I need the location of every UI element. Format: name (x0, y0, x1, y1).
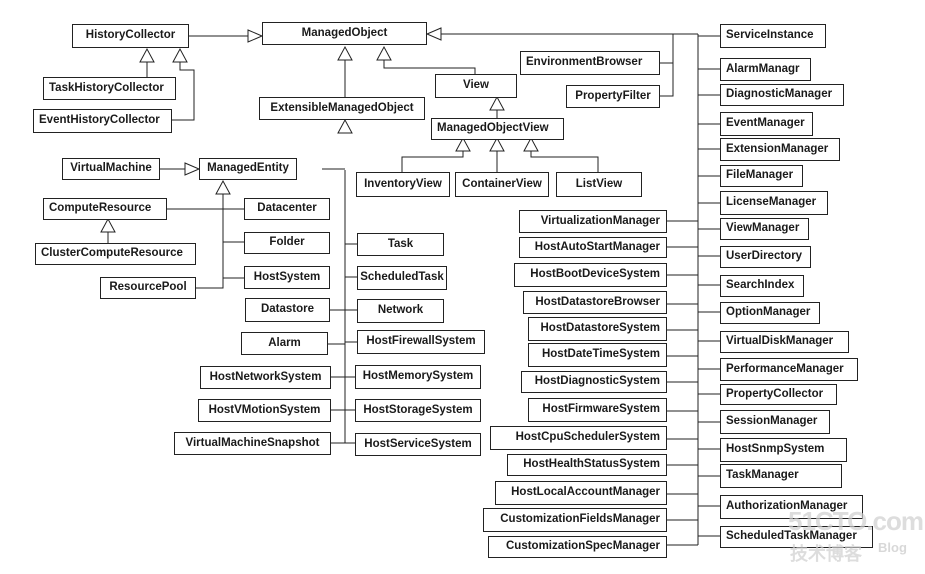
class-network: Network (357, 299, 444, 323)
arrowhead (139, 47, 155, 63)
class-file-manager: FileManager (720, 165, 803, 187)
class-user-directory: UserDirectory (720, 246, 811, 268)
class-alarm-managr: AlarmManagr (720, 58, 811, 81)
class-cluster-compute-resource: ClusterComputeResource (35, 243, 196, 265)
class-property-collector: PropertyCollector (720, 384, 837, 405)
class-customization-fields-manager: CustomizationFieldsManager (483, 508, 667, 532)
class-host-vmotion-system: HostVMotionSystem (198, 399, 331, 422)
class-host-health-status-system: HostHealthStatusSystem (507, 454, 667, 476)
class-host-service-system: HostServiceSystem (355, 433, 481, 456)
class-host-snmp-system: HostSnmpSystem (720, 438, 847, 462)
class-extensible-managed-object: ExtensibleManagedObject (259, 97, 425, 120)
class-license-manager: LicenseManager (720, 191, 828, 215)
class-host-boot-device-system: HostBootDeviceSystem (514, 263, 667, 287)
class-host-local-account-manager: HostLocalAccountManager (495, 481, 667, 505)
class-host-auto-start-manager: HostAutoStartManager (519, 237, 667, 258)
class-host-datastore-system: HostDatastoreSystem (528, 317, 667, 341)
class-folder: Folder (244, 232, 330, 254)
class-managed-object: ManagedObject (262, 22, 427, 45)
class-alarm: Alarm (241, 332, 328, 355)
watermark-subtitle: 技术博客 (790, 544, 862, 564)
class-property-filter: PropertyFilter (566, 85, 660, 108)
class-datacenter: Datacenter (244, 198, 330, 220)
class-view: View (435, 74, 517, 98)
class-scheduled-task: ScheduledTask (357, 266, 447, 290)
arrowhead (215, 179, 231, 195)
class-task: Task (357, 233, 444, 256)
class-host-system: HostSystem (244, 266, 330, 289)
class-virtual-machine-snapshot: VirtualMachineSnapshot (174, 432, 331, 455)
class-inventory-view: InventoryView (356, 172, 450, 197)
class-virtual-disk-manager: VirtualDiskManager (720, 331, 849, 353)
arrowhead (337, 118, 353, 134)
class-host-firewall-system: HostFirewallSystem (357, 330, 485, 354)
class-managed-object-view: ManagedObjectView (431, 118, 564, 140)
arrowhead (184, 162, 201, 176)
class-compute-resource: ComputeResource (43, 198, 167, 220)
class-task-manager: TaskManager (720, 464, 842, 488)
class-virtualization-manager: VirtualizationManager (519, 210, 667, 233)
arrowhead (425, 27, 442, 41)
arrowhead (489, 95, 505, 111)
class-virtual-machine: VirtualMachine (62, 158, 160, 180)
class-extension-manager: ExtensionManager (720, 138, 840, 161)
class-option-manager: OptionManager (720, 302, 820, 324)
class-customization-spec-manager: CustomizationSpecManager (488, 536, 667, 558)
class-datastore: Datastore (245, 298, 330, 322)
class-diagnostic-manager: DiagnosticManager (720, 84, 844, 106)
class-search-index: SearchIndex (720, 275, 804, 297)
class-host-storage-system: HostStorageSystem (355, 399, 481, 422)
arrowhead (376, 45, 392, 61)
class-host-network-system: HostNetworkSystem (200, 366, 331, 389)
arrowhead (337, 45, 353, 61)
class-task-history-collector: TaskHistoryCollector (43, 77, 176, 100)
class-service-instance: ServiceInstance (720, 24, 826, 48)
arrowhead (247, 29, 264, 43)
class-view-manager: ViewManager (720, 218, 809, 240)
class-host-date-time-system: HostDateTimeSystem (528, 343, 667, 367)
watermark-logo: 51CTO.com (788, 506, 924, 536)
class-resource-pool: ResourcePool (100, 277, 196, 299)
class-host-cpu-scheduler-system: HostCpuSchedulerSystem (490, 426, 667, 450)
watermark-blog: Blog (878, 540, 907, 555)
class-event-manager: EventManager (720, 112, 813, 136)
class-managed-entity: ManagedEntity (199, 158, 297, 180)
class-environment-browser: EnvironmentBrowser (520, 51, 660, 75)
class-event-history-collector: EventHistoryCollector (33, 109, 172, 133)
class-host-diagnostic-system: HostDiagnosticSystem (521, 371, 667, 393)
class-list-view: ListView (556, 172, 642, 197)
class-host-firmware-system: HostFirmwareSystem (528, 398, 667, 422)
class-diagram: HistoryCollector TaskHistoryCollector Ev… (0, 0, 925, 574)
class-host-memory-system: HostMemorySystem (355, 365, 481, 389)
arrowhead (172, 47, 188, 63)
class-container-view: ContainerView (455, 172, 549, 197)
class-host-datastore-browser: HostDatastoreBrowser (523, 291, 667, 314)
class-performance-manager: PerformanceManager (720, 358, 858, 381)
class-session-manager: SessionManager (720, 410, 830, 434)
arrowhead (100, 217, 116, 233)
class-history-collector: HistoryCollector (72, 24, 189, 48)
